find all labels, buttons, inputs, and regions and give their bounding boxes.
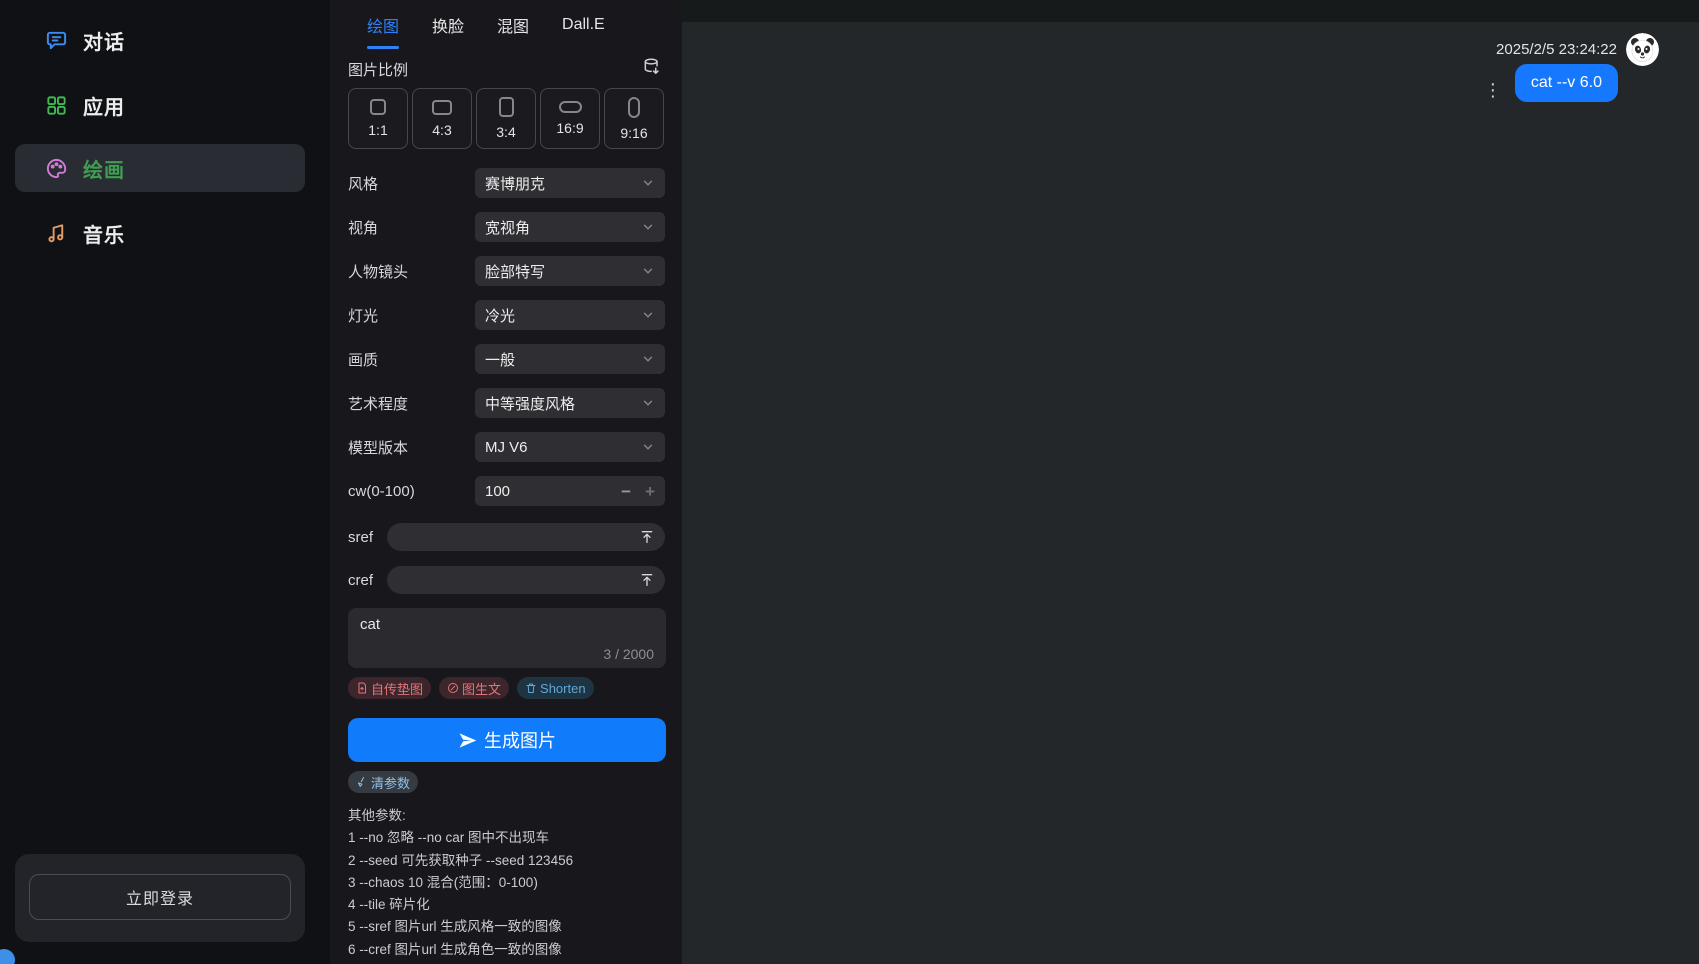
send-icon — [458, 731, 477, 750]
ratio-1-1-icon — [370, 99, 386, 115]
chevron-down-icon — [641, 440, 655, 454]
field-view-angle: 视角 宽视角 — [348, 212, 665, 242]
clear-params-tag[interactable]: 清参数 — [348, 771, 418, 793]
generate-image-button[interactable]: 生成图片 — [348, 718, 666, 762]
message-timestamp: 2025/2/5 23:24:22 — [1496, 41, 1617, 58]
tab-dalle[interactable]: Dall.E — [562, 0, 605, 50]
upload-icon — [639, 529, 655, 545]
cref-row: cref — [348, 566, 665, 594]
message-row: ⋮ cat --v 6.0 — [1484, 64, 1618, 102]
shorten-tag[interactable]: Shorten — [517, 677, 594, 699]
sidebar-item-paint[interactable]: 绘画 — [15, 144, 305, 192]
apps-grid-icon — [45, 94, 68, 117]
image-to-text-tag[interactable]: 图生文 — [439, 677, 509, 699]
view-angle-select[interactable]: 宽视角 — [475, 212, 665, 242]
music-note-icon — [45, 222, 68, 245]
chevron-down-icon — [641, 352, 655, 366]
chat-surface — [682, 22, 1699, 964]
model-version-select[interactable]: MJ V6 — [475, 432, 665, 462]
sidebar-item-label: 对话 — [83, 26, 125, 55]
field-style: 风格 赛博朋克 — [348, 168, 665, 198]
chevron-down-icon — [641, 308, 655, 322]
upload-base-image-tag[interactable]: 自传垫图 — [348, 677, 431, 699]
chevron-down-icon — [641, 396, 655, 410]
field-character-shot: 人物镜头 脸部特写 — [348, 256, 665, 286]
message-header: 2025/2/5 23:24:22 — [1496, 33, 1659, 66]
help-line: 其他参数: — [348, 805, 674, 827]
field-cw: cw(0-100) 100 − + — [348, 476, 665, 506]
char-counter: 3 / 2000 — [603, 646, 654, 662]
app-window: 对话 应用 绘画 — [0, 0, 1699, 964]
sidebar-item-label: 音乐 — [83, 219, 125, 248]
file-upload-icon — [356, 682, 368, 694]
ratio-9-16-icon — [628, 97, 640, 118]
tab-blend[interactable]: 混图 — [497, 0, 529, 50]
cw-stepper[interactable]: 100 − + — [475, 476, 665, 506]
cref-upload-input[interactable] — [387, 566, 665, 594]
ratio-3-4-icon — [499, 97, 514, 117]
help-line: 6 --cref 图片url 生成角色一致的图像 — [348, 939, 674, 961]
trash-icon — [525, 682, 537, 694]
database-export-icon[interactable] — [642, 57, 662, 81]
prompt-textarea[interactable]: cat 3 / 2000 — [348, 608, 666, 668]
field-quality: 画质 一般 — [348, 344, 665, 374]
ratio-4-3-icon — [432, 100, 452, 115]
quality-select[interactable]: 一般 — [475, 344, 665, 374]
help-line: 3 --chaos 10 混合(范围：0-100) — [348, 872, 674, 894]
login-button[interactable]: 立即登录 — [29, 874, 291, 920]
ratio-section-label: 图片比例 — [348, 59, 408, 80]
style-select[interactable]: 赛博朋克 — [475, 168, 665, 198]
sidebar-item-music[interactable]: 音乐 — [15, 209, 305, 257]
ratio-4-3-button[interactable]: 4:3 — [412, 88, 472, 149]
palette-icon — [45, 157, 68, 180]
sidebar: 对话 应用 绘画 — [0, 0, 330, 964]
help-line: 4 --tile 碎片化 — [348, 894, 674, 916]
artistry-select[interactable]: 中等强度风格 — [475, 388, 665, 418]
chevron-down-icon — [641, 176, 655, 190]
broom-icon — [356, 776, 368, 788]
help-line: 1 --no 忽略 --no car 图中不出现车 — [348, 827, 674, 849]
other-params-help: 其他参数: 1 --no 忽略 --no car 图中不出现车 2 --seed… — [348, 805, 674, 961]
sidebar-item-apps[interactable]: 应用 — [15, 81, 305, 129]
decrement-icon[interactable]: − — [621, 483, 631, 500]
ratio-16-9-button[interactable]: 16:9 — [540, 88, 600, 149]
prompt-text: cat — [360, 616, 654, 633]
character-shot-select[interactable]: 脸部特写 — [475, 256, 665, 286]
user-message-bubble[interactable]: cat --v 6.0 — [1515, 64, 1618, 102]
login-card: 立即登录 — [15, 854, 305, 942]
field-artistry: 艺术程度 中等强度风格 — [348, 388, 665, 418]
sref-row: sref — [348, 523, 665, 551]
floating-widget-button[interactable] — [0, 949, 15, 964]
prompt-tools: 自传垫图 图生文 Shorten — [348, 677, 594, 699]
message-more-icon[interactable]: ⋮ — [1484, 67, 1502, 99]
upload-icon — [639, 572, 655, 588]
mode-tabs: 绘图 换脸 混图 Dall.E — [330, 0, 682, 50]
chevron-down-icon — [641, 220, 655, 234]
pen-circle-icon — [447, 682, 459, 694]
sref-upload-input[interactable] — [387, 523, 665, 551]
help-line: 2 --seed 可先获取种子 --seed 123456 — [348, 850, 674, 872]
parameter-rows: 风格 赛博朋克 视角 宽视角 人物镜头 脸部特写 — [348, 168, 665, 520]
tab-face-swap[interactable]: 换脸 — [432, 0, 464, 50]
chat-area: 2025/2/5 23:24:22 ⋮ cat --v 6.0 — [682, 0, 1699, 964]
ratio-3-4-button[interactable]: 3:4 — [476, 88, 536, 149]
generation-panel: 绘图 换脸 混图 Dall.E 图片比例 1:1 4:3 — [330, 0, 682, 964]
chevron-down-icon — [641, 264, 655, 278]
sidebar-item-label: 绘画 — [83, 154, 125, 183]
ratio-9-16-button[interactable]: 9:16 — [604, 88, 664, 149]
ratio-1-1-button[interactable]: 1:1 — [348, 88, 408, 149]
field-lighting: 灯光 冷光 — [348, 300, 665, 330]
lighting-select[interactable]: 冷光 — [475, 300, 665, 330]
tab-draw[interactable]: 绘图 — [367, 0, 399, 50]
chat-bubble-icon — [45, 29, 68, 52]
aspect-ratio-group: 1:1 4:3 3:4 16:9 9:16 — [348, 88, 664, 149]
help-line: 5 --sref 图片url 生成风格一致的图像 — [348, 916, 674, 938]
increment-icon[interactable]: + — [645, 483, 655, 500]
sidebar-item-chat[interactable]: 对话 — [15, 16, 305, 64]
panda-avatar[interactable] — [1626, 33, 1659, 66]
field-model-version: 模型版本 MJ V6 — [348, 432, 665, 462]
ratio-16-9-icon — [559, 101, 582, 113]
sidebar-item-label: 应用 — [83, 91, 125, 120]
